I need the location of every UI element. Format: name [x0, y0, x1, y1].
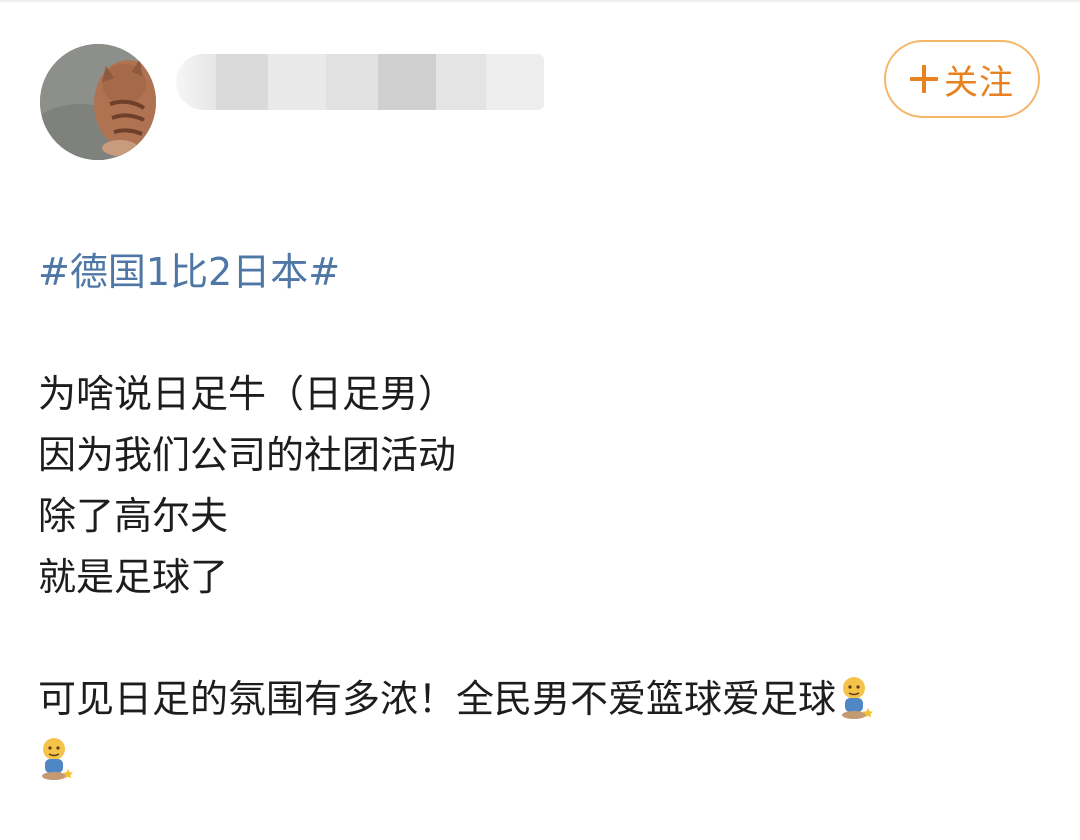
post-text: 为啥说日足牛（日足男） 因为我们公司的社团活动 除了高尔夫 就是足球了 可见日足…: [38, 364, 1048, 791]
post-line: 除了高尔夫: [38, 494, 229, 538]
thinking-kid-emoji-icon: [42, 738, 73, 780]
top-divider: [0, 0, 1080, 3]
author-name-blurred[interactable]: [176, 54, 544, 110]
follow-button-label: 关注: [944, 62, 1014, 103]
author-avatar[interactable]: [40, 44, 156, 160]
cat-avatar-icon: [40, 44, 156, 160]
post-line-with-emoji: 可见日足的氛围有多浓！全民男不爱篮球爱足球: [38, 669, 1048, 730]
post-line-emoji-only: [38, 730, 1048, 791]
post-line: 因为我们公司的社团活动: [38, 433, 457, 477]
plus-icon: [910, 65, 938, 93]
post-line: 就是足球了: [38, 555, 229, 599]
post-line: 可见日足的氛围有多浓！全民男不爱篮球爱足球: [38, 677, 837, 721]
follow-button[interactable]: 关注: [884, 40, 1040, 118]
hashtag-link[interactable]: #德国1比2日本#: [38, 243, 340, 301]
thinking-kid-emoji-icon: [842, 677, 874, 719]
post-line: 为啥说日足牛（日足男）: [38, 372, 457, 416]
